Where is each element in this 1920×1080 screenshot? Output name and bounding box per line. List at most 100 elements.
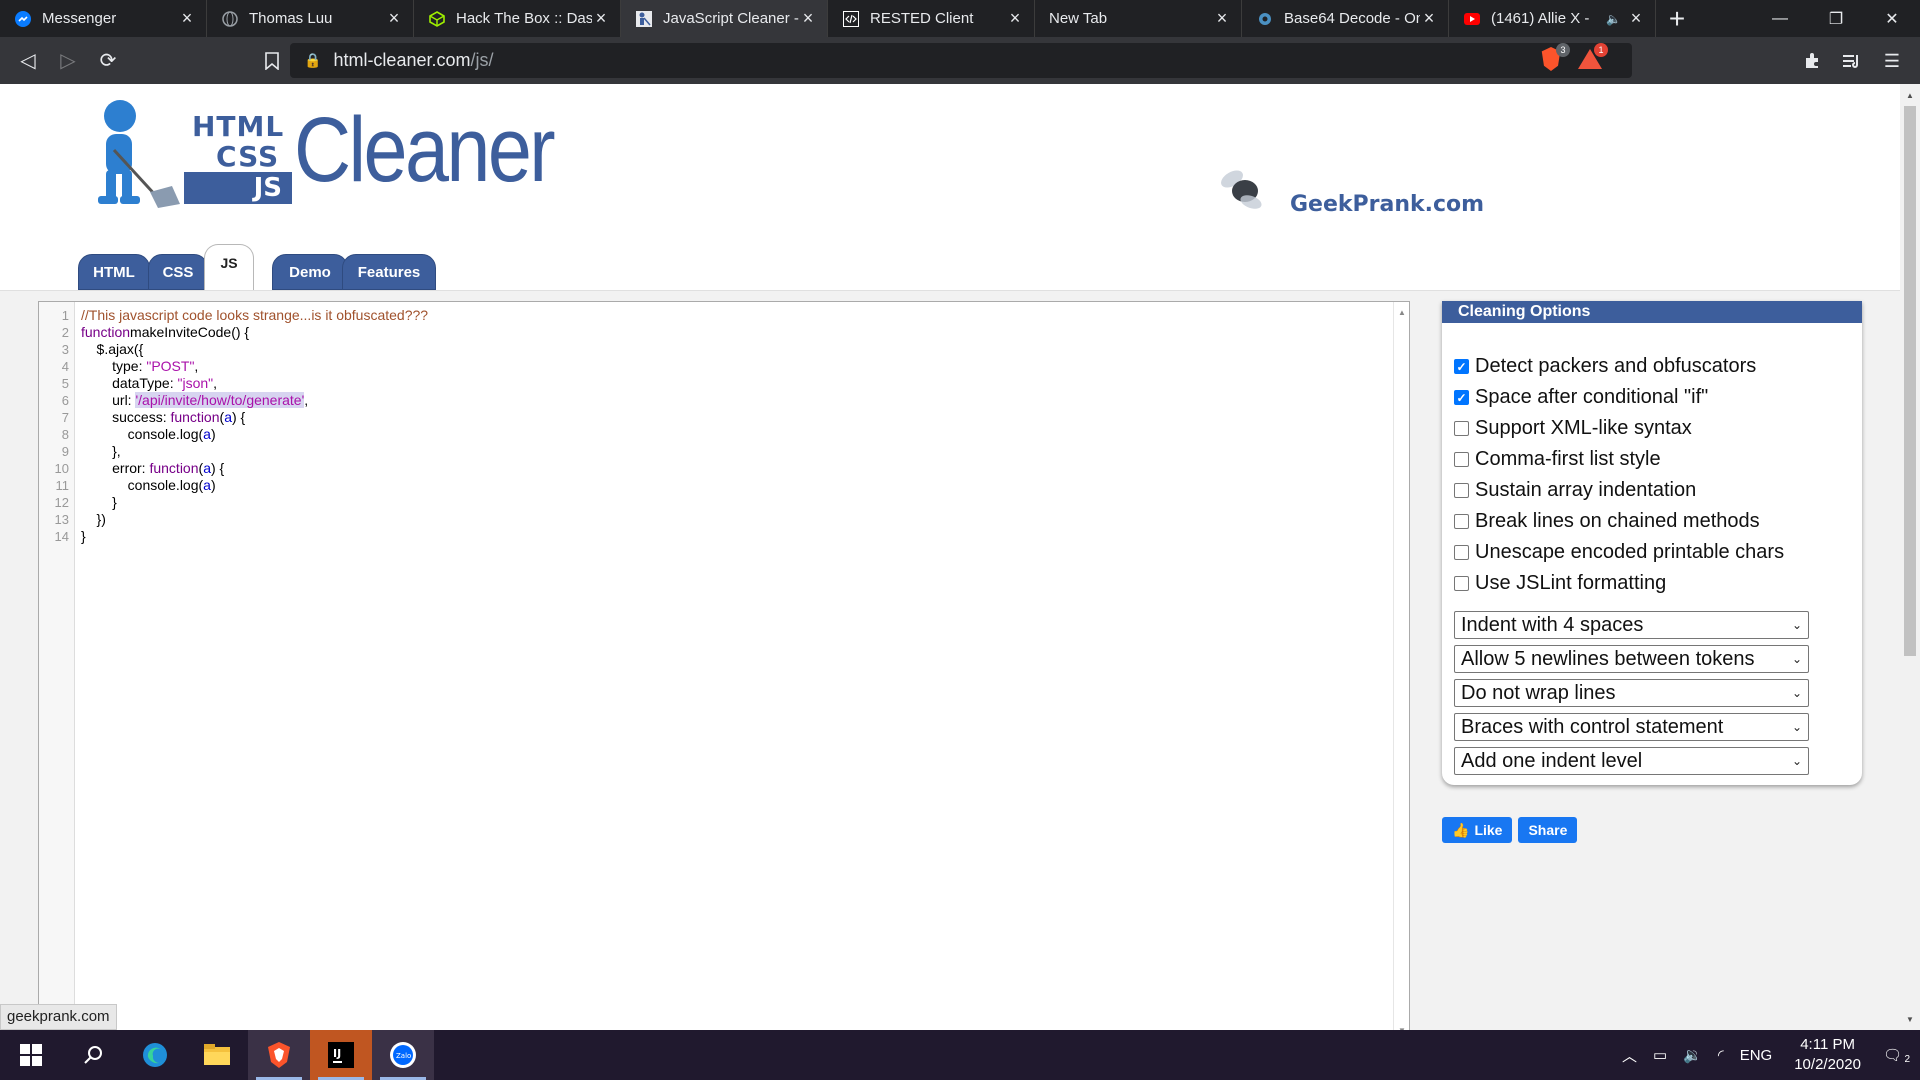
- tab-demo[interactable]: Demo: [272, 254, 348, 290]
- checkbox[interactable]: ✓: [1454, 390, 1469, 405]
- brave-rewards-icon[interactable]: 1: [1578, 43, 1608, 71]
- messenger-icon: [14, 10, 32, 28]
- close-tab-icon[interactable]: ×: [799, 8, 817, 29]
- input-language[interactable]: ENG: [1732, 1047, 1781, 1064]
- scroll-down-icon[interactable]: ▼: [1394, 1022, 1410, 1031]
- volume-icon[interactable]: 🔉: [1675, 1046, 1710, 1064]
- checkbox[interactable]: [1454, 576, 1469, 591]
- notifications-icon[interactable]: 🗨 2: [1875, 1046, 1920, 1065]
- checkbox[interactable]: [1454, 514, 1469, 529]
- indent-select[interactable]: Indent with 4 spaces ⌄: [1454, 611, 1809, 639]
- minimize-icon[interactable]: —: [1752, 0, 1808, 37]
- browser-tab-thomas-luu[interactable]: Thomas Luu ×: [207, 0, 414, 37]
- battery-icon[interactable]: ▭: [1645, 1046, 1675, 1064]
- browser-tab-messenger[interactable]: Messenger ×: [0, 0, 207, 37]
- code-editor[interactable]: 1 2 3 4 5 6 7 8 9 10 11 12 13 14 //This …: [38, 301, 1410, 1030]
- file-explorer-icon[interactable]: [186, 1030, 248, 1080]
- editor-scrollbar[interactable]: ▲ ▼: [1393, 302, 1409, 1030]
- option-unescape-chars[interactable]: Unescape encoded printable chars: [1454, 537, 1862, 568]
- page-scrollbar[interactable]: ▲ ▼: [1900, 84, 1920, 1030]
- search-icon[interactable]: [62, 1030, 124, 1080]
- tab-features[interactable]: Features: [342, 254, 436, 290]
- option-jslint[interactable]: Use JSLint formatting: [1454, 568, 1862, 599]
- bookmark-icon[interactable]: [252, 41, 292, 81]
- close-tab-icon[interactable]: ×: [1006, 8, 1024, 29]
- tab-html[interactable]: HTML: [78, 254, 150, 290]
- line-number: 6: [61, 393, 69, 408]
- wifi-icon[interactable]: ◜: [1710, 1046, 1732, 1064]
- browser-tab-new-tab[interactable]: New Tab ×: [1035, 0, 1242, 37]
- intellij-icon[interactable]: IJ: [310, 1030, 372, 1080]
- playlist-icon[interactable]: [1832, 41, 1872, 81]
- close-tab-icon[interactable]: ×: [178, 8, 196, 29]
- scrollbar-thumb[interactable]: [1904, 106, 1916, 656]
- option-array-indent[interactable]: Sustain array indentation: [1454, 475, 1862, 506]
- facebook-share-button[interactable]: Share: [1518, 817, 1578, 843]
- restore-icon[interactable]: ❐: [1808, 0, 1864, 37]
- close-tab-icon[interactable]: ×: [1627, 8, 1645, 29]
- close-tab-icon[interactable]: ×: [1420, 8, 1438, 29]
- edge-icon[interactable]: [124, 1030, 186, 1080]
- braces-select[interactable]: Braces with control statement ⌄: [1454, 713, 1809, 741]
- checkbox[interactable]: [1454, 421, 1469, 436]
- speaker-icon[interactable]: 🔈: [1606, 12, 1621, 26]
- close-tab-icon[interactable]: ×: [1213, 8, 1231, 29]
- address-bar[interactable]: 🔒 html-cleaner.com/js/ 3 1: [290, 43, 1632, 78]
- back-icon[interactable]: ◁: [8, 41, 48, 81]
- brave-shields-icon[interactable]: 3: [1540, 43, 1570, 71]
- scroll-up-icon[interactable]: ▲: [1900, 86, 1920, 104]
- select-value: Do not wrap lines: [1461, 681, 1616, 704]
- tab-js[interactable]: JS: [204, 244, 254, 290]
- tab-css[interactable]: CSS: [148, 254, 208, 290]
- zalo-icon[interactable]: Zalo: [372, 1030, 434, 1080]
- facebook-like-button[interactable]: 👍 Like: [1442, 817, 1513, 843]
- clock[interactable]: 4:11 PM 10/2/2020: [1780, 1035, 1875, 1075]
- option-space-after-if[interactable]: ✓ Space after conditional "if": [1454, 382, 1862, 413]
- option-label: Detect packers and obfuscators: [1475, 355, 1757, 377]
- forward-icon[interactable]: ▷: [48, 41, 88, 81]
- scroll-down-icon[interactable]: ▼: [1900, 1010, 1920, 1028]
- checkbox[interactable]: [1454, 545, 1469, 560]
- option-chained-methods[interactable]: Break lines on chained methods: [1454, 506, 1862, 537]
- menu-icon[interactable]: ☰: [1872, 41, 1912, 81]
- checkbox[interactable]: [1454, 483, 1469, 498]
- svg-text:IJ: IJ: [333, 1047, 341, 1060]
- newlines-select[interactable]: Allow 5 newlines between tokens ⌄: [1454, 645, 1809, 673]
- close-tab-icon[interactable]: ×: [592, 8, 610, 29]
- close-tab-icon[interactable]: ×: [385, 8, 403, 29]
- browser-tab-rested-client[interactable]: RESTED Client ×: [828, 0, 1035, 37]
- checkbox[interactable]: [1454, 452, 1469, 467]
- option-label: Comma-first list style: [1475, 448, 1661, 470]
- browser-tab-base64-decode[interactable]: Base64 Decode - On ×: [1242, 0, 1449, 37]
- options-header: Cleaning Options: [1442, 301, 1862, 323]
- brave-taskbar-icon[interactable]: [248, 1030, 310, 1080]
- code-icon: [842, 10, 860, 28]
- browser-tab-hackthebox[interactable]: Hack The Box :: Dash ×: [414, 0, 621, 37]
- tab-title: Hack The Box :: Dash: [456, 10, 592, 27]
- option-detect-packers[interactable]: ✓ Detect packers and obfuscators: [1454, 351, 1862, 382]
- code-content[interactable]: //This javascript code looks strange...i…: [81, 307, 428, 545]
- youtube-icon: [1463, 10, 1481, 28]
- social-buttons: 👍 Like Share: [1442, 817, 1578, 843]
- extensions-icon[interactable]: [1792, 41, 1832, 81]
- start-button[interactable]: [0, 1030, 62, 1080]
- option-xml-syntax[interactable]: Support XML-like syntax: [1454, 413, 1862, 444]
- reload-icon[interactable]: ⟳: [88, 41, 128, 81]
- new-tab-button[interactable]: +: [1656, 0, 1698, 37]
- indent-level-select[interactable]: Add one indent level ⌄: [1454, 747, 1809, 775]
- checkbox[interactable]: ✓: [1454, 359, 1469, 374]
- fly-icon: [1218, 166, 1268, 216]
- scroll-up-icon[interactable]: ▲: [1394, 304, 1410, 320]
- line-number: 1: [61, 308, 69, 323]
- option-label: Support XML-like syntax: [1475, 417, 1692, 439]
- close-window-icon[interactable]: ✕: [1864, 0, 1920, 37]
- browser-tab-youtube[interactable]: (1461) Allie X - 🔈 ×: [1449, 0, 1656, 37]
- option-comma-first[interactable]: Comma-first list style: [1454, 444, 1862, 475]
- chevron-up-icon[interactable]: ︿: [1614, 1045, 1645, 1066]
- wrap-select[interactable]: Do not wrap lines ⌄: [1454, 679, 1809, 707]
- browser-tab-javascript-cleaner[interactable]: JavaScript Cleaner - ×: [621, 0, 828, 37]
- cleaning-options-panel: Cleaning Options ✓ Detect packers and obf…: [1442, 301, 1862, 785]
- url-host: html-cleaner.com: [333, 50, 471, 70]
- html-cleaner-logo[interactable]: HTML CSS JS Cleaner: [84, 94, 556, 214]
- geekprank-ad[interactable]: GeekPrank.com: [1218, 164, 1484, 217]
